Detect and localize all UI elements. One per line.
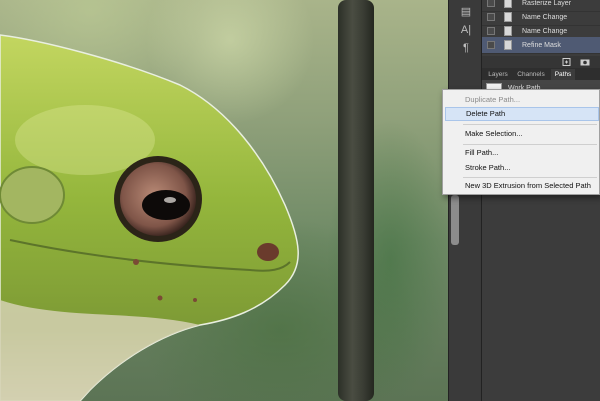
history-state-row[interactable]: Refine Mask: [482, 37, 600, 54]
history-footer: [482, 56, 600, 68]
document-icon: [504, 26, 512, 36]
character-icon[interactable]: A|: [457, 22, 475, 38]
history-source-checkbox[interactable]: [487, 41, 495, 49]
history-source-checkbox[interactable]: [487, 27, 495, 35]
document-canvas[interactable]: [0, 0, 448, 401]
tab-layers[interactable]: Layers: [485, 69, 511, 80]
menu-separator: [463, 144, 597, 145]
paragraph-icon[interactable]: ¶: [457, 40, 475, 56]
scrollbar-thumb[interactable]: [451, 195, 459, 245]
frog-photo: [0, 34, 299, 401]
menu-make-selection[interactable]: Make Selection...: [445, 127, 599, 141]
menu-stroke-path[interactable]: Stroke Path...: [445, 161, 599, 175]
tab-paths[interactable]: Paths: [551, 69, 575, 80]
document-icon: [504, 40, 512, 50]
document-icon: [504, 0, 512, 8]
history-source-checkbox[interactable]: [487, 13, 495, 21]
history-brush-icon[interactable]: ▤: [457, 4, 475, 20]
history-state-label: Refine Mask: [522, 42, 561, 49]
menu-delete-path[interactable]: Delete Path: [445, 107, 599, 121]
history-source-checkbox[interactable]: [487, 0, 495, 7]
document-icon: [504, 12, 512, 22]
tab-channels[interactable]: Channels: [514, 69, 548, 80]
camera-icon[interactable]: [580, 58, 590, 66]
menu-duplicate-path[interactable]: Duplicate Path...: [445, 93, 599, 107]
menu-new-3d-extrusion[interactable]: New 3D Extrusion from Selected Path: [445, 179, 599, 193]
menu-separator: [463, 177, 597, 178]
menu-separator: [463, 124, 597, 125]
panel-tabs: Layers Channels Paths: [482, 68, 600, 80]
panels-column: Rasterize Layer Name Change Name Change Ref…: [482, 0, 600, 401]
new-document-icon[interactable]: [562, 58, 572, 66]
context-menu: Duplicate Path... Delete Path Make Selec…: [442, 89, 600, 195]
menu-fill-path[interactable]: Fill Path...: [445, 146, 599, 160]
